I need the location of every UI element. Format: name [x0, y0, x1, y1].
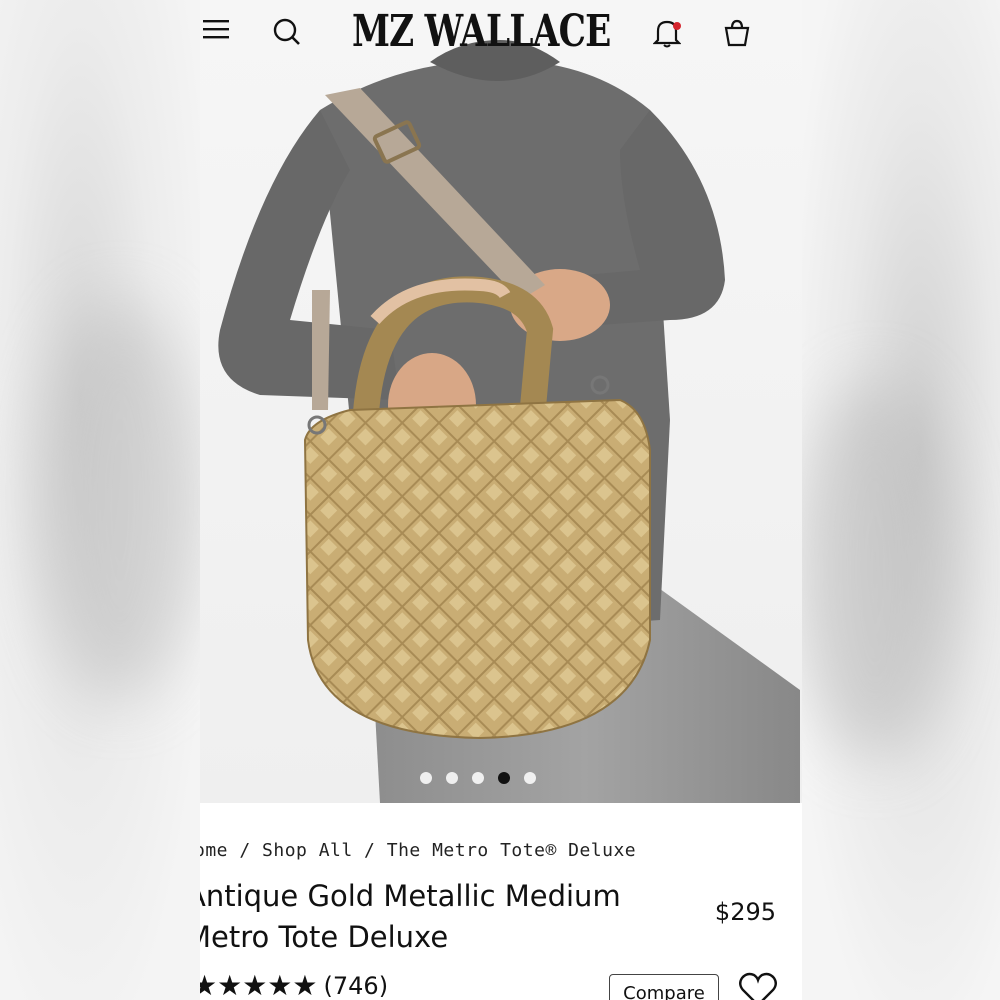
gallery-dot-2[interactable]: [446, 772, 458, 784]
product-photo: [218, 40, 800, 803]
gallery-dot-1[interactable]: [420, 772, 432, 784]
compare-button[interactable]: Compare: [609, 974, 719, 1000]
gallery-dot-3[interactable]: [472, 772, 484, 784]
bell-icon[interactable]: [653, 18, 687, 52]
breadcrumb[interactable]: ome / Shop All / The Metro Tote® Deluxe: [200, 840, 636, 861]
gallery-dot-5[interactable]: [524, 772, 536, 784]
hamburger-menu-icon[interactable]: [203, 18, 237, 52]
product-image-gallery[interactable]: MZ WALLACE: [200, 0, 802, 803]
product-rating[interactable]: ★★★★★ (746): [200, 972, 388, 1000]
gallery-pagination: [420, 772, 536, 784]
mobile-product-page: MZ WALLACE ome / Shop All / The Metro To…: [200, 0, 802, 1000]
shopping-bag-icon[interactable]: [723, 18, 757, 52]
site-header: MZ WALLACE: [200, 0, 802, 70]
heart-icon[interactable]: [738, 972, 778, 1000]
brand-logo[interactable]: MZ WALLACE: [262, 6, 700, 57]
gallery-dot-4-active[interactable]: [498, 772, 510, 784]
blurred-right-edge: [800, 0, 1000, 1000]
rating-stars: ★★★★★: [200, 970, 318, 1000]
notification-dot: [673, 22, 681, 30]
blurred-left-edge: [0, 0, 200, 1000]
product-price: $295: [714, 898, 776, 926]
rating-count[interactable]: (746): [324, 972, 389, 1000]
screenshot-stage: MZ WALLACE ome / Shop All / The Metro To…: [0, 0, 1000, 1000]
product-title: Antique Gold Metallic Medium Metro Tote …: [200, 879, 621, 954]
